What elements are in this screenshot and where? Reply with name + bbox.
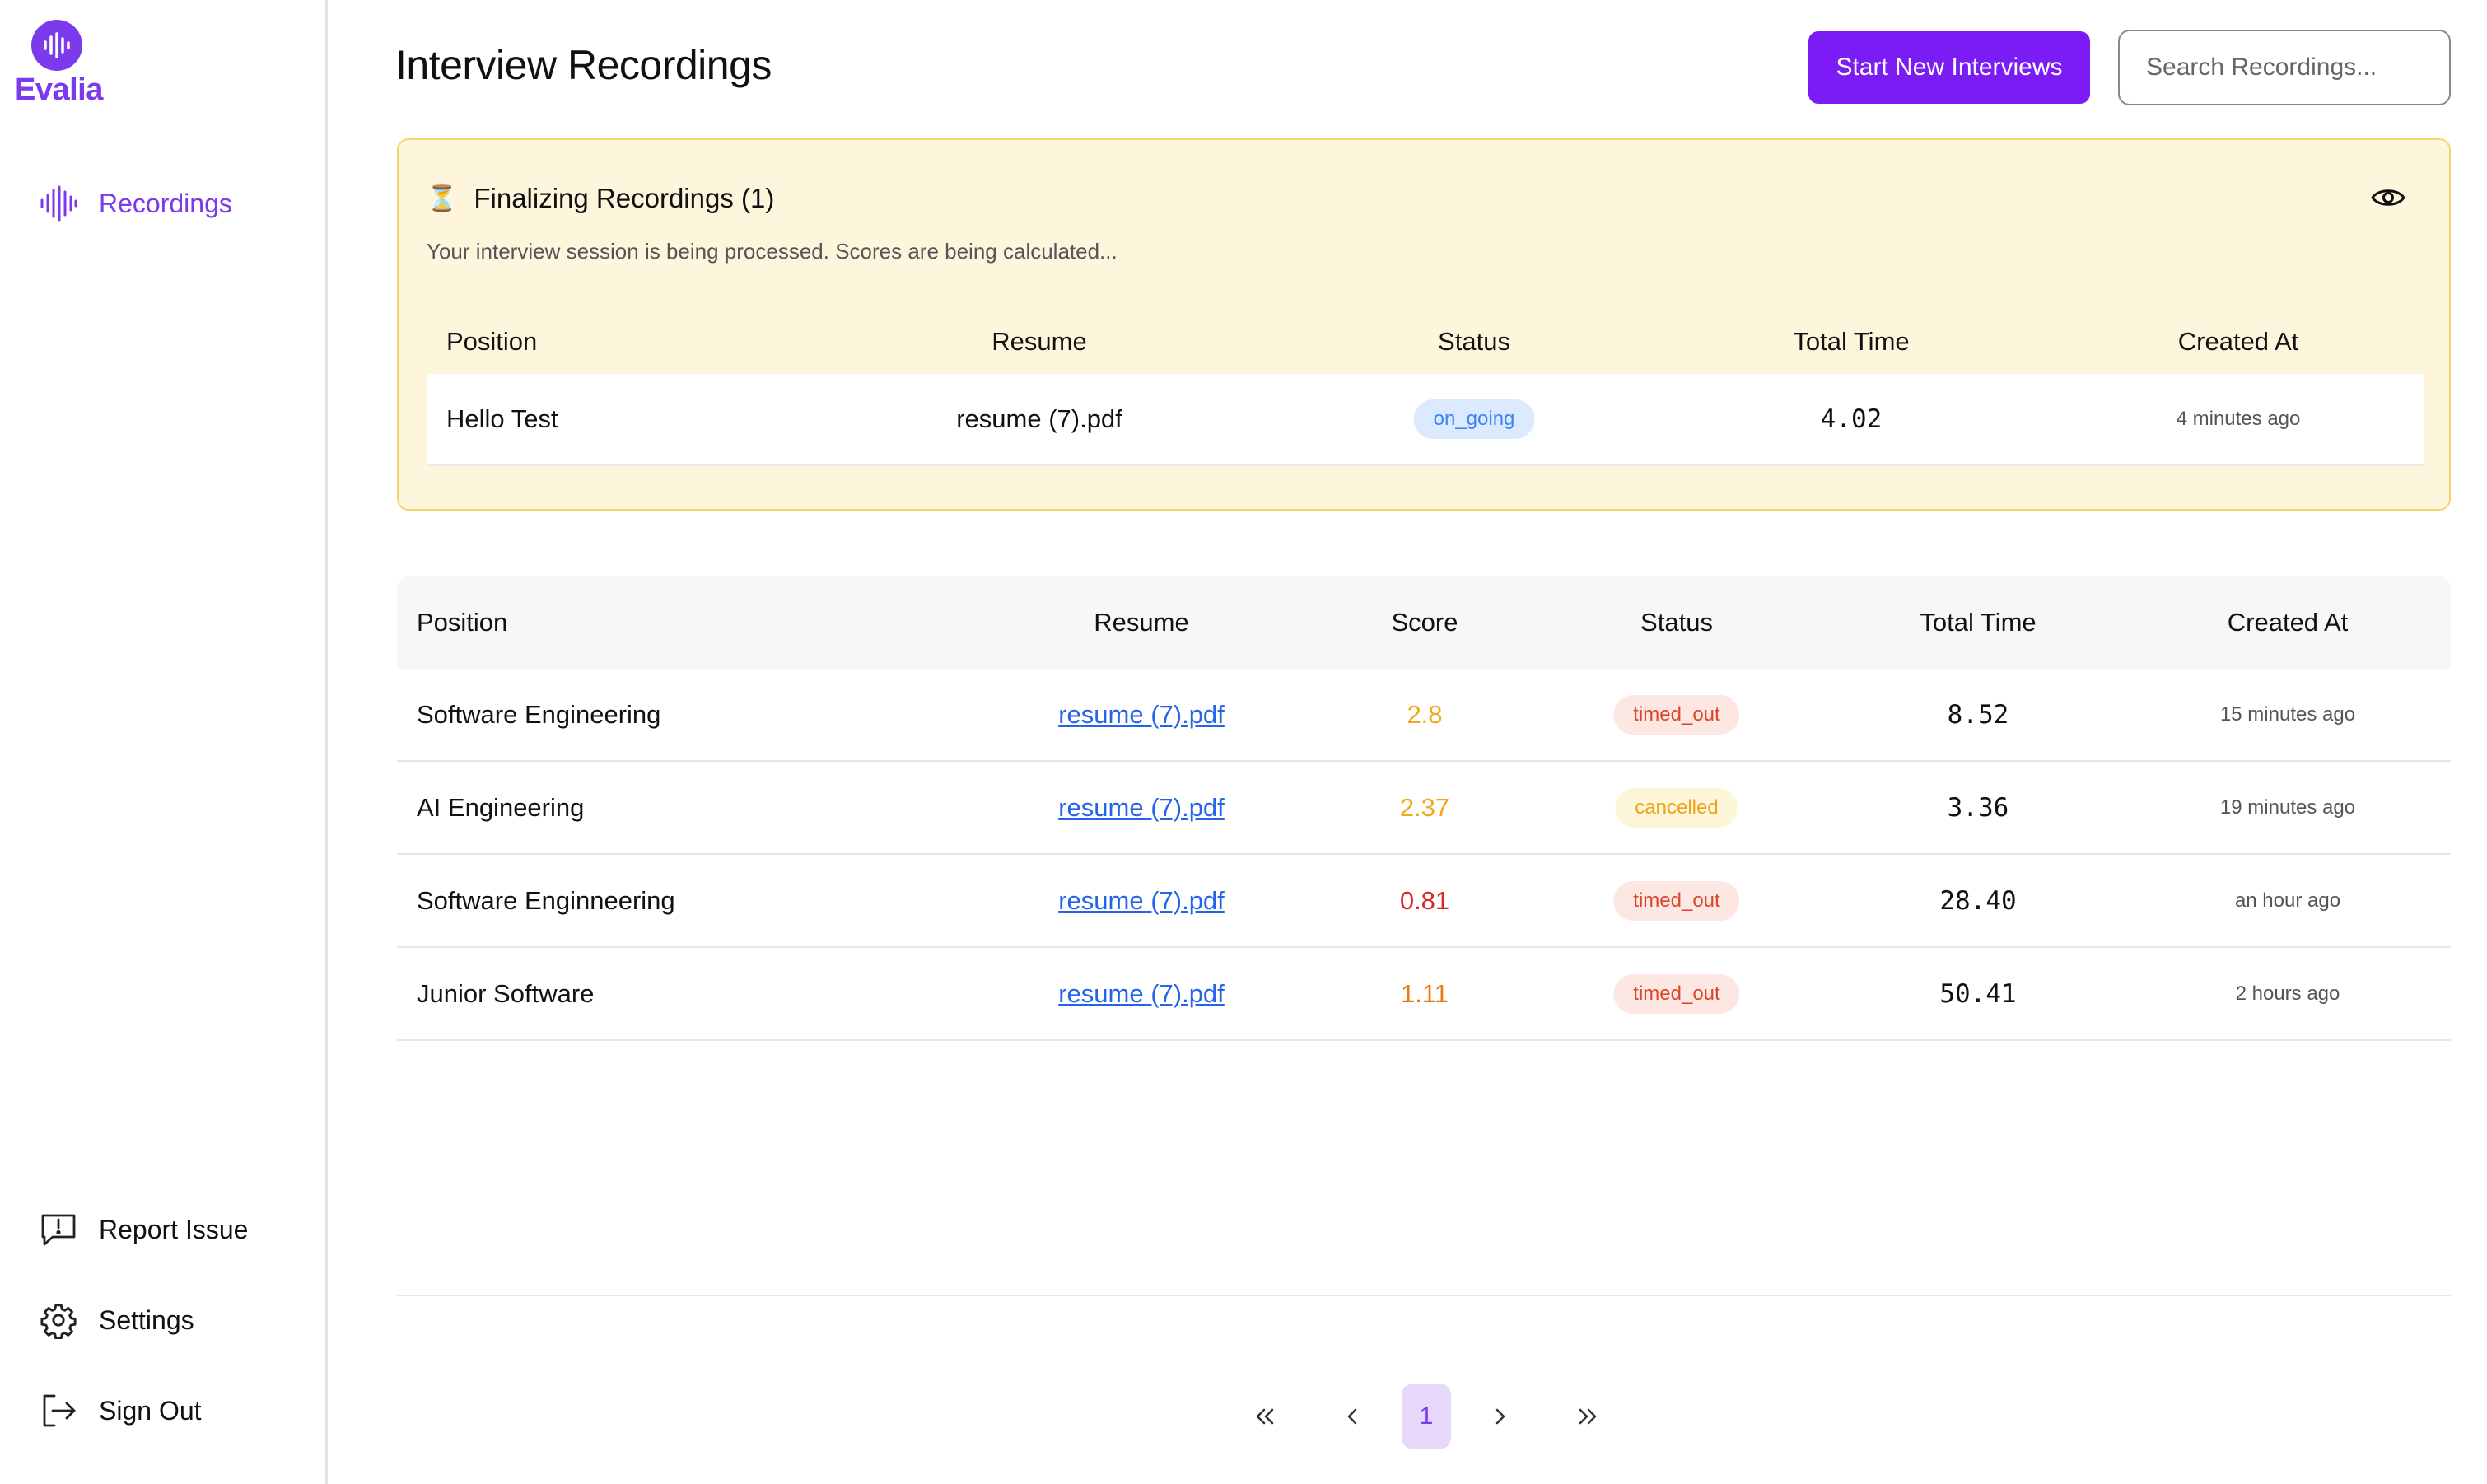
page-number-current[interactable]: 1 [1402, 1384, 1451, 1449]
sidebar-item-label: Report Issue [99, 1214, 249, 1244]
status-badge: timed_out [1613, 880, 1740, 921]
finalizing-recordings-panel: ⏳ Finalizing Recordings (1) Your intervi… [397, 138, 2451, 511]
total-time-cell: 50.41 [1939, 978, 2017, 1009]
finalizing-subtitle: Your interview session is being processe… [427, 239, 1118, 264]
recordings-table-header: Position Resume Score Status Total Time … [397, 576, 2451, 669]
sidebar: Evalia Recordings Report Issue Settings … [0, 0, 328, 1484]
position-cell: AI Engineering [417, 792, 585, 822]
resume-link[interactable]: resume (7).pdf [1058, 700, 1225, 730]
column-header: Total Time [1793, 327, 1910, 356]
column-header: Position [417, 608, 508, 637]
logo-waveform-icon [31, 20, 82, 71]
column-header: Created At [2227, 608, 2349, 637]
chevrons-left-icon [1256, 1408, 1274, 1425]
column-header: Resume [992, 327, 1087, 356]
resume-link[interactable]: resume (7).pdf [1058, 793, 1225, 823]
finalizing-title: Finalizing Recordings (1) [474, 183, 775, 213]
table-row[interactable]: Software Enginneering resume (7).pdf 0.8… [397, 855, 2451, 948]
score-cell: 2.8 [1407, 699, 1443, 729]
total-time-cell: 4.02 [1820, 404, 1883, 434]
total-time-cell: 3.36 [1947, 792, 2009, 823]
score-cell: 2.37 [1399, 792, 1450, 822]
previous-page-button[interactable] [1327, 1384, 1377, 1449]
last-page-button[interactable] [1563, 1384, 1612, 1449]
resume-link[interactable]: resume (7).pdf [1058, 979, 1225, 1009]
score-cell: 1.11 [1400, 978, 1449, 1008]
total-time-cell: 8.52 [1947, 699, 2009, 730]
eye-icon[interactable] [2370, 181, 2406, 214]
status-badge: on_going [1413, 399, 1535, 439]
sidebar-item-label: Sign Out [99, 1395, 202, 1426]
created-at-cell: an hour ago [2234, 889, 2341, 912]
column-header: Score [1391, 608, 1458, 637]
sidebar-item-label: Settings [99, 1304, 194, 1335]
created-at-cell: 4 minutes ago [2176, 408, 2301, 430]
total-time-cell: 28.40 [1939, 885, 2017, 916]
table-row[interactable]: Hello Test resume (7).pdf on_going 4.02 … [427, 374, 2424, 466]
created-at-cell: 19 minutes ago [2219, 796, 2356, 819]
resume-link[interactable]: resume (7).pdf [1058, 886, 1225, 916]
table-row[interactable]: AI Engineering resume (7).pdf 2.37 cance… [397, 762, 2451, 855]
audio-waveform-icon [38, 183, 79, 224]
column-header: Resume [1094, 608, 1189, 637]
report-issue-icon [38, 1209, 79, 1250]
status-badge: cancelled [1615, 787, 1738, 828]
column-header: Position [446, 327, 538, 356]
sidebar-item-label: Recordings [99, 188, 232, 218]
chevron-left-icon [1347, 1408, 1357, 1425]
created-at-cell: 15 minutes ago [2219, 702, 2356, 726]
position-cell: Software Enginneering [417, 885, 675, 915]
search-input[interactable] [2118, 30, 2451, 105]
hourglass-icon: ⏳ [427, 184, 458, 212]
app-name: Evalia [15, 72, 103, 107]
sign-out-icon [38, 1390, 79, 1431]
position-cell: Junior Software [417, 978, 595, 1008]
sidebar-item-report-issue[interactable]: Report Issue [38, 1209, 248, 1250]
column-header: Status [1438, 327, 1510, 356]
table-row[interactable]: Software Engineering resume (7).pdf 2.8 … [397, 669, 2451, 762]
sidebar-item-settings[interactable]: Settings [38, 1300, 194, 1341]
app-logo[interactable]: Evalia [15, 20, 103, 110]
start-new-interviews-button[interactable]: Start New Interviews [1808, 31, 2090, 104]
finalizing-heading: ⏳ Finalizing Recordings (1) [427, 183, 774, 214]
status-badge: timed_out [1613, 694, 1740, 735]
table-footer-divider [397, 1295, 2451, 1296]
chevron-right-icon [1495, 1408, 1505, 1425]
position-cell: Hello Test [446, 404, 558, 433]
recordings-table: Position Resume Score Status Total Time … [397, 576, 2451, 1041]
first-page-button[interactable] [1240, 1384, 1290, 1449]
created-at-cell: 2 hours ago [2235, 982, 2340, 1005]
sidebar-item-recordings[interactable]: Recordings [38, 183, 232, 224]
table-row[interactable]: Junior Software resume (7).pdf 1.11 time… [397, 948, 2451, 1041]
status-badge: timed_out [1613, 973, 1740, 1014]
page-title: Interview Recordings [395, 42, 772, 88]
finalizing-table-header: Position Resume Status Total Time Create… [427, 309, 2424, 375]
column-header: Total Time [1920, 608, 2037, 637]
next-page-button[interactable] [1476, 1384, 1525, 1449]
column-header: Status [1640, 608, 1713, 637]
sidebar-item-sign-out[interactable]: Sign Out [38, 1390, 202, 1431]
chevrons-right-icon [1579, 1408, 1597, 1425]
resume-cell: resume (7).pdf [956, 404, 1122, 433]
gear-icon [38, 1300, 79, 1341]
score-cell: 0.81 [1399, 885, 1450, 915]
column-header: Created At [2177, 327, 2299, 356]
position-cell: Software Engineering [417, 699, 661, 729]
